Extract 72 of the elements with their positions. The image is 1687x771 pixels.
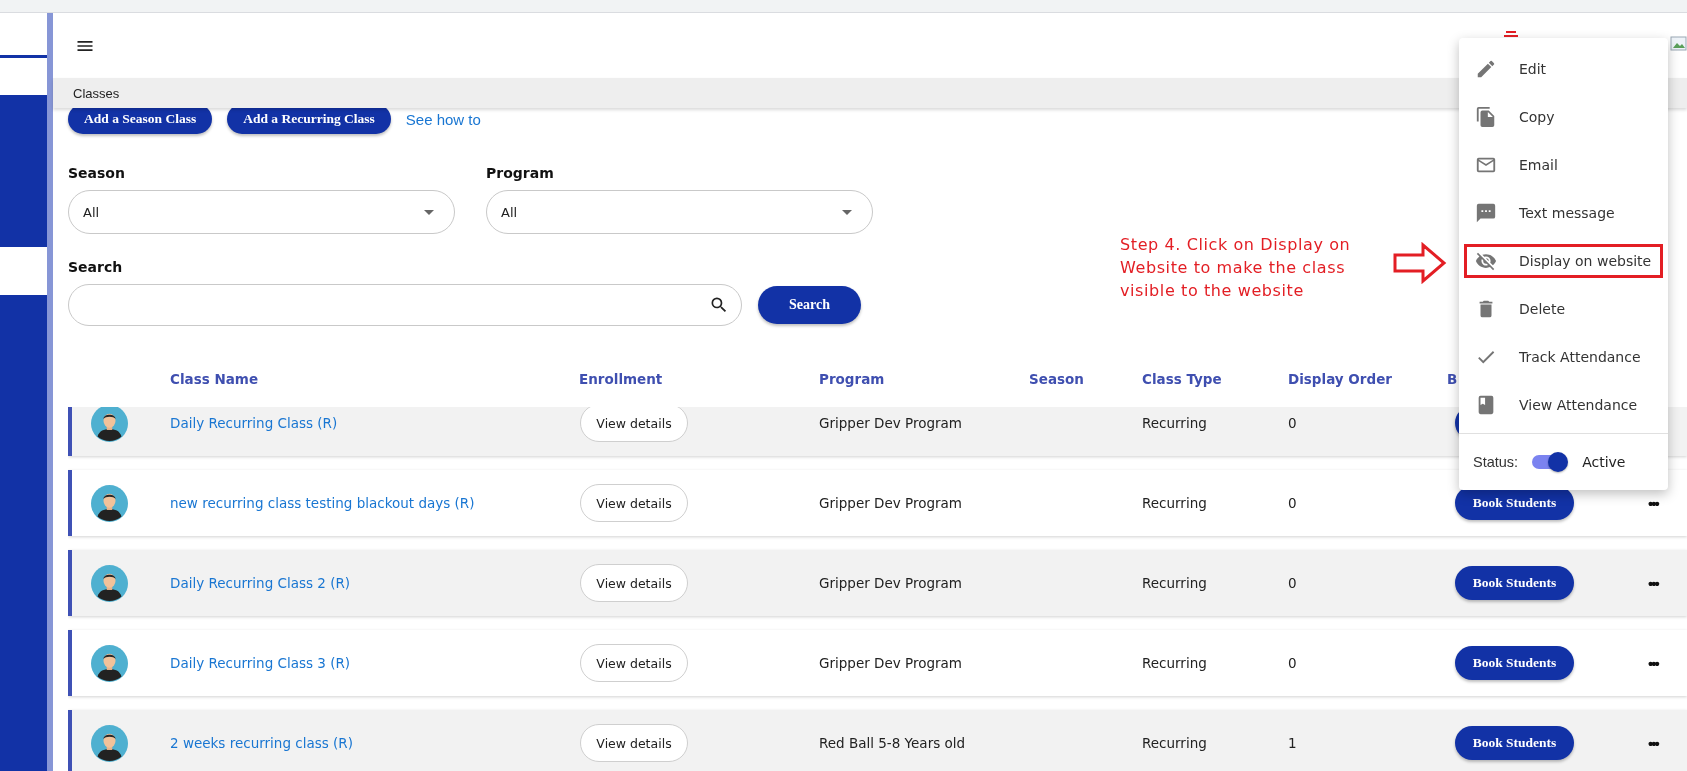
more-button[interactable]: ••• xyxy=(1648,654,1658,672)
column-header: B xyxy=(1447,371,1458,387)
table-cell-text: 0 xyxy=(1288,575,1298,591)
view-details-button[interactable]: View details xyxy=(580,644,688,682)
menu-item[interactable]: Track Attendance xyxy=(1459,333,1668,381)
menu-item[interactable]: Delete xyxy=(1459,285,1668,333)
table-cell-text: Gripper Dev Program xyxy=(819,575,963,591)
table-cell-text: Red Ball 5-8 Years old xyxy=(819,735,967,751)
dropdown-caret-icon xyxy=(842,209,852,215)
more-button[interactable]: ••• xyxy=(1648,734,1658,752)
more-button[interactable]: ••• xyxy=(1648,494,1658,512)
view-details-button[interactable]: View details xyxy=(580,724,688,762)
view-details-button[interactable]: View details xyxy=(580,407,688,442)
avatar-icon xyxy=(91,644,128,682)
book-students-button[interactable]: Book Students xyxy=(1455,566,1574,600)
table-cell-text: 0 xyxy=(1288,655,1298,671)
pencil-icon xyxy=(1475,58,1497,80)
column-header: Season xyxy=(1029,371,1084,387)
book-students-button[interactable]: Book Students xyxy=(1455,726,1574,760)
menu-item[interactable]: Display on website xyxy=(1457,237,1670,285)
table-cell-text: Gripper Dev Program xyxy=(819,415,963,431)
column-header: Display Order xyxy=(1288,371,1392,387)
class-name-link[interactable]: Daily Recurring Class 2 (R) xyxy=(170,575,579,591)
status-value: Active xyxy=(1582,454,1626,470)
column-header: Enrollment xyxy=(579,371,663,387)
arrow-annotation-icon xyxy=(1393,242,1447,284)
chat-icon xyxy=(1475,202,1497,224)
status-toggle[interactable] xyxy=(1532,452,1569,472)
breadcrumb: Classes xyxy=(73,85,120,101)
table-cell-text: Recurring xyxy=(1142,415,1208,431)
hidden-eye-icon xyxy=(1475,250,1497,272)
menu-item[interactable]: Text message xyxy=(1459,189,1668,237)
table-cell-text: 0 xyxy=(1288,495,1298,511)
menu-item[interactable]: Copy xyxy=(1459,93,1668,141)
search-icon xyxy=(709,295,729,315)
table-cell-text: Recurring xyxy=(1142,495,1208,511)
table-cell-text: Recurring xyxy=(1142,575,1208,591)
column-header: Class Type xyxy=(1142,371,1222,387)
class-name-link[interactable]: Daily Recurring Class (R) xyxy=(170,415,579,431)
table-cell-text: 1 xyxy=(1288,735,1298,751)
search-button[interactable]: Search xyxy=(758,286,861,324)
copy-icon xyxy=(1475,106,1497,128)
annotation-text: Website to make the class xyxy=(1120,257,1347,279)
class-name-link[interactable]: new recurring class testing blackout days (R) xyxy=(170,495,579,511)
menu-item[interactable]: Edit xyxy=(1459,45,1668,93)
table-cell-text: Gripper Dev Program xyxy=(819,655,963,671)
table-cell-text: Recurring xyxy=(1142,655,1208,671)
column-header: Class Name xyxy=(170,371,259,387)
column-header: Program xyxy=(819,371,885,387)
annotation-text: Step 4. Click on Display on xyxy=(1120,234,1351,256)
avatar-icon xyxy=(91,724,128,762)
status-label: Status: xyxy=(1473,454,1519,470)
avatar-icon xyxy=(91,484,128,522)
more-button[interactable]: ••• xyxy=(1648,574,1658,592)
dropdown-caret-icon xyxy=(424,209,434,215)
annotation-text: visible to the website xyxy=(1120,280,1305,302)
filter-label: Season xyxy=(68,165,125,181)
class-name-link[interactable]: Daily Recurring Class 3 (R) xyxy=(170,655,579,671)
avatar-icon xyxy=(91,407,128,442)
view-details-button[interactable]: View details xyxy=(580,564,688,602)
book-students-button[interactable]: Book Students xyxy=(1455,646,1574,680)
filter-label: Program xyxy=(486,165,554,181)
view-details-button[interactable]: View details xyxy=(580,484,688,522)
menu-item[interactable]: Email xyxy=(1459,141,1668,189)
class-name-link[interactable]: 2 weeks recurring class (R) xyxy=(170,735,579,751)
avatar-icon xyxy=(91,564,128,602)
table-cell-text: Gripper Dev Program xyxy=(819,495,963,511)
menu-item[interactable]: View Attendance xyxy=(1459,381,1668,429)
table-cell-text: Recurring xyxy=(1142,735,1208,751)
search-label: Search xyxy=(68,259,123,275)
help-link[interactable]: See how to xyxy=(405,110,481,128)
table-cell-text: 0 xyxy=(1288,415,1298,431)
